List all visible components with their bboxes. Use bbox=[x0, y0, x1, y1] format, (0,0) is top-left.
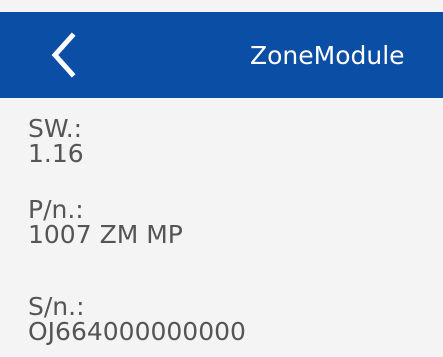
chevron-left-icon bbox=[51, 32, 76, 78]
software-version-label: SW.: bbox=[28, 114, 83, 143]
top-strip bbox=[0, 0, 443, 12]
serial-number-label: S/n.: bbox=[28, 292, 85, 321]
back-button[interactable] bbox=[30, 22, 96, 88]
device-info-screen: ZoneModule SW.: 1.16 P/n.: 1007 ZM MP S/… bbox=[0, 0, 443, 357]
software-version-value: 1.16 bbox=[28, 139, 84, 168]
header-bar: ZoneModule bbox=[0, 12, 443, 98]
part-number-field: P/n.: 1007 ZM MP bbox=[28, 197, 183, 247]
serial-number-field: S/n.: OJ664000000000 bbox=[28, 294, 246, 344]
part-number-value: 1007 ZM MP bbox=[28, 220, 183, 249]
page-title: ZoneModule bbox=[250, 41, 405, 70]
serial-number-value: OJ664000000000 bbox=[28, 317, 246, 346]
software-version-field: SW.: 1.16 bbox=[28, 116, 84, 166]
part-number-label: P/n.: bbox=[28, 195, 84, 224]
